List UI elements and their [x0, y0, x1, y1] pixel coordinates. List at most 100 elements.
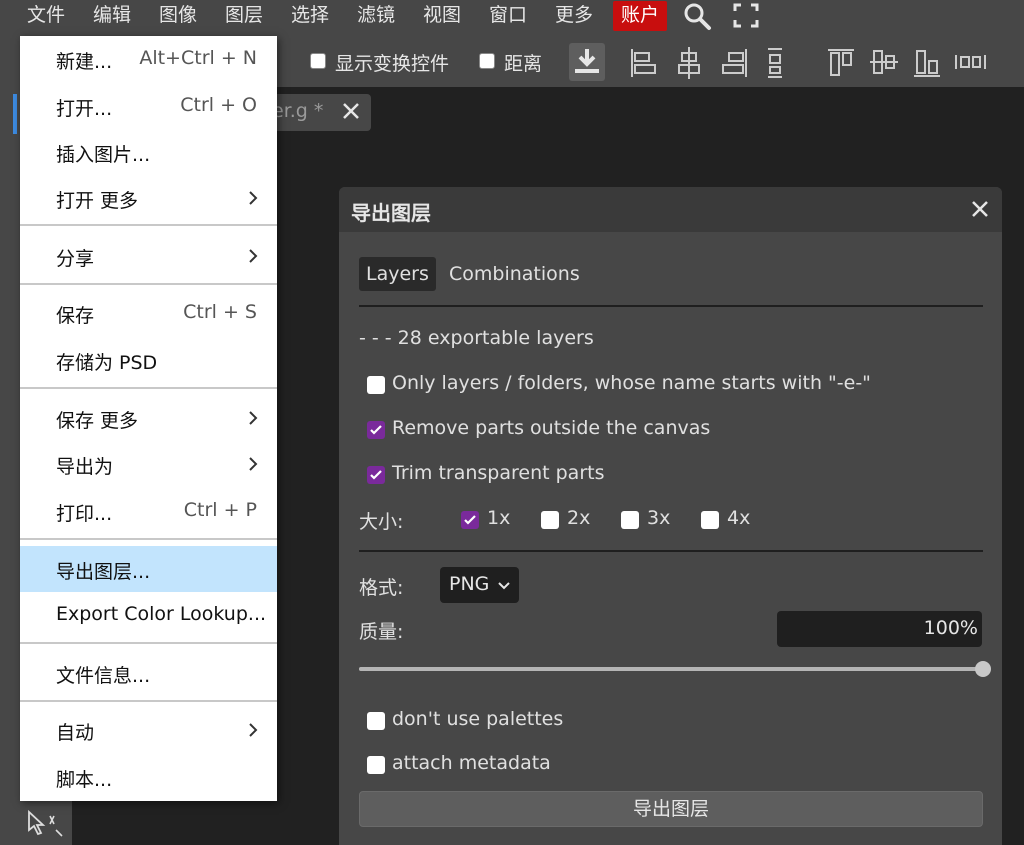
format-label: 格式: [359, 577, 404, 599]
checkmark-icon [370, 470, 382, 480]
size-label: 大小: [359, 511, 404, 533]
menu-item-share[interactable]: 分享 [20, 233, 277, 279]
align-left-icon[interactable] [625, 43, 661, 81]
align-top-icon[interactable] [823, 43, 859, 81]
menu-item-label: 自动 [56, 722, 95, 744]
size-checkbox-1x[interactable] [461, 511, 479, 529]
menu-item-automate[interactable]: 自动 [20, 707, 277, 753]
export-layers-button[interactable]: 导出图层 [359, 791, 983, 827]
size-option-label: 1x [487, 507, 511, 529]
active-tool-indicator [13, 94, 17, 134]
close-icon[interactable] [970, 199, 990, 219]
menu-layer[interactable]: 图层 [225, 0, 263, 31]
menu-item-save[interactable]: 保存 Ctrl + S [20, 290, 277, 336]
menu-item-open-more[interactable]: 打开 更多 [20, 175, 277, 221]
align-middle-v-icon[interactable] [866, 43, 902, 81]
menu-separator [20, 283, 277, 285]
menu-item-label: 导出图层... [56, 561, 151, 583]
size-checkbox-4x[interactable] [701, 511, 719, 529]
distance-checkbox[interactable] [479, 53, 495, 69]
chevron-right-icon [247, 455, 259, 473]
menu-item-label: 插入图片... [56, 144, 151, 166]
menu-separator [20, 700, 277, 702]
menu-filter[interactable]: 滤镜 [357, 0, 395, 31]
distance-label: 距离 [504, 53, 543, 75]
align-right-icon[interactable] [717, 43, 753, 81]
menu-account[interactable]: 账户 [613, 1, 668, 31]
fullscreen-icon[interactable] [728, 0, 764, 31]
chevron-right-icon [247, 247, 259, 265]
option-label: Only layers / folders, whose name starts… [392, 372, 871, 394]
menu-view[interactable]: 视图 [423, 0, 461, 31]
align-center-h-icon[interactable] [671, 43, 707, 81]
menu-item-label: 打开... [56, 98, 113, 120]
menu-item-label: 打印... [56, 503, 113, 525]
option-checkbox-attach-metadata[interactable] [367, 756, 385, 774]
menu-item-shortcut: Alt+Ctrl + N [139, 47, 257, 69]
menu-item-label: Export Color Lookup... [56, 603, 267, 625]
size-option-label: 2x [567, 507, 591, 529]
menu-item-label: 打开 更多 [56, 190, 139, 212]
tab-layers[interactable]: Layers [359, 257, 436, 291]
menu-select[interactable]: 选择 [291, 0, 329, 31]
distribute-v-icon[interactable] [757, 43, 793, 81]
menubar: 文件 编辑 图像 图层 选择 滤镜 视图 窗口 更多 账户 [0, 0, 1024, 31]
menu-item-insert-image[interactable]: 插入图片... [20, 129, 277, 175]
option-checkbox-no-palettes[interactable] [367, 712, 385, 730]
option-label: don't use palettes [392, 708, 564, 730]
menu-item-scripts[interactable]: 脚本... [20, 754, 277, 800]
search-icon[interactable] [680, 0, 716, 31]
menu-item-label: 导出为 [56, 456, 114, 478]
menu-file[interactable]: 文件 [27, 0, 65, 31]
menu-item-shortcut: Ctrl + S [183, 301, 257, 323]
option-checkbox-remove-outside[interactable] [367, 421, 385, 439]
close-icon[interactable] [340, 100, 362, 122]
menu-image[interactable]: 图像 [159, 0, 197, 31]
chevron-right-icon [247, 721, 259, 739]
size-checkbox-2x[interactable] [541, 511, 559, 529]
select-arrow-icon[interactable] [20, 800, 70, 844]
menu-item-print[interactable]: 打印... Ctrl + P [20, 488, 277, 534]
tab-combinations[interactable]: Combinations [442, 257, 587, 291]
size-option-label: 4x [727, 507, 751, 529]
app-window: 文件 编辑 图像 图层 选择 滤镜 视图 窗口 更多 账户 显示变换控件 距离 [0, 0, 1024, 845]
menu-item-label: 保存 [56, 305, 95, 327]
option-label: Remove parts outside the canvas [392, 417, 711, 439]
download-icon[interactable] [569, 43, 605, 81]
dialog-title: 导出图层 [351, 201, 431, 225]
export-layers-dialog: 导出图层 Layers Combinations - - - 28 export… [339, 187, 1002, 845]
menu-item-label: 存储为 PSD [56, 352, 158, 374]
quality-value: 100% [923, 617, 978, 639]
menu-item-file-info[interactable]: 文件信息... [20, 650, 277, 696]
menu-item-label: 保存 更多 [56, 410, 139, 432]
checkmark-icon [464, 515, 476, 525]
menu-item-open[interactable]: 打开... Ctrl + O [20, 83, 277, 129]
menu-edit[interactable]: 编辑 [93, 0, 131, 31]
menu-item-label: 分享 [56, 248, 95, 270]
menu-item-export-as[interactable]: 导出为 [20, 441, 277, 487]
menu-item-export-color-lookup[interactable]: Export Color Lookup... [20, 592, 277, 638]
divider [359, 305, 983, 307]
option-label: attach metadata [392, 752, 551, 774]
format-value: PNG [449, 573, 490, 595]
option-checkbox-trim-transparent[interactable] [367, 466, 385, 484]
menu-item-shortcut: Ctrl + O [180, 94, 257, 116]
distribute-h-icon[interactable] [952, 43, 988, 81]
menu-more[interactable]: 更多 [555, 0, 593, 31]
menu-item-new[interactable]: 新建... Alt+Ctrl + N [20, 36, 277, 82]
align-bottom-icon[interactable] [909, 43, 945, 81]
menu-item-save-more[interactable]: 保存 更多 [20, 395, 277, 441]
menu-item-export-layers[interactable]: 导出图层... [20, 546, 277, 592]
size-checkbox-3x[interactable] [621, 511, 639, 529]
file-menu: 新建... Alt+Ctrl + N 打开... Ctrl + O 插入图片..… [20, 36, 277, 801]
chevron-right-icon [247, 189, 259, 207]
menu-separator [20, 642, 277, 644]
quality-slider-thumb[interactable] [975, 661, 991, 677]
menu-item-save-psd[interactable]: 存储为 PSD [20, 337, 277, 383]
show-transform-checkbox[interactable] [310, 53, 326, 69]
option-checkbox-name-filter[interactable] [367, 376, 385, 394]
menu-window[interactable]: 窗口 [489, 0, 527, 31]
divider [359, 550, 983, 552]
dialog-header [339, 187, 1002, 232]
chevron-right-icon [247, 409, 259, 427]
